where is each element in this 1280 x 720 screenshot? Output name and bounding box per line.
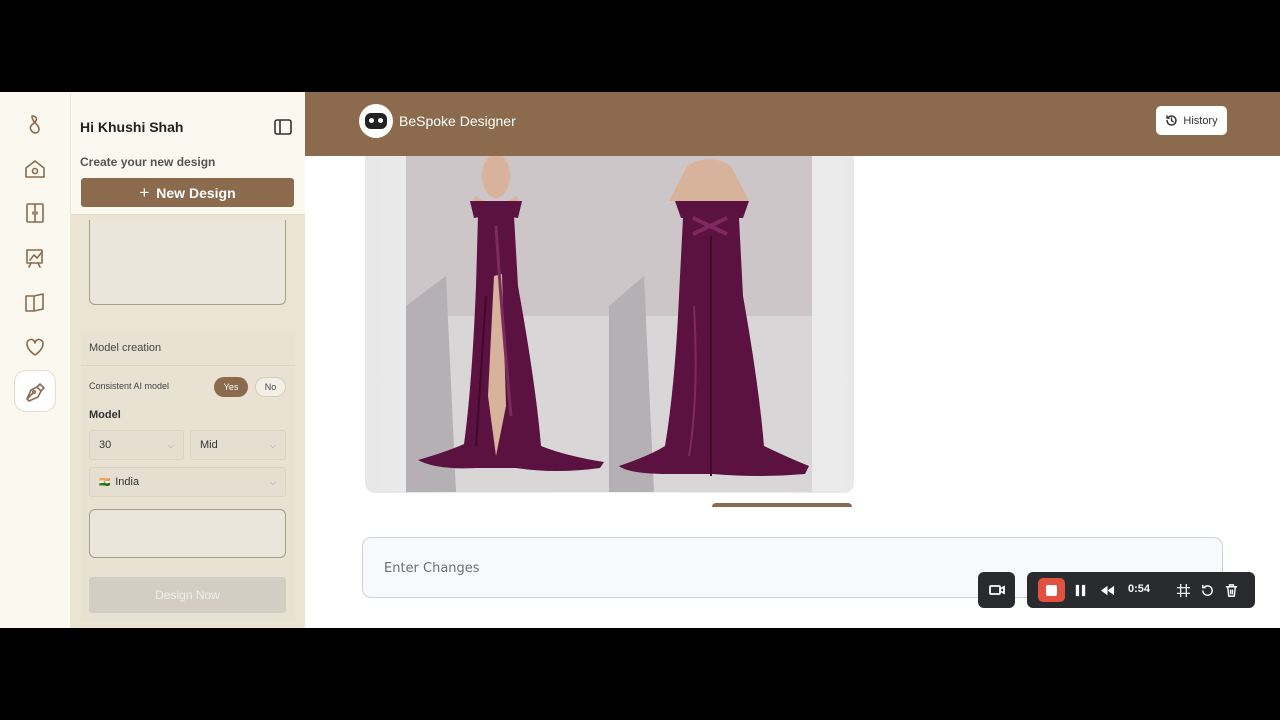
model-notes-textarea[interactable] xyxy=(89,509,286,558)
model-creation-card: Model creation Consistent AI model Yes N… xyxy=(81,332,295,622)
sidebar-toggle-icon[interactable] xyxy=(273,117,293,137)
recording-time: 0:54 xyxy=(1128,583,1151,595)
consistent-model-label: Consistent AI model xyxy=(89,381,170,391)
app-title: BeSpoke Designer xyxy=(399,113,516,129)
stop-icon xyxy=(1046,584,1057,596)
sidebar: Model creation Consistent AI model Yes N… xyxy=(71,92,305,628)
history-label: History xyxy=(1183,114,1218,127)
pen-nib-icon[interactable] xyxy=(14,370,56,412)
stop-recording-button[interactable] xyxy=(1038,578,1065,602)
trash-icon[interactable] xyxy=(1223,572,1239,608)
catalog-book-icon[interactable] xyxy=(14,282,56,324)
sketch-board-icon[interactable] xyxy=(14,237,56,279)
model-label: Model xyxy=(89,409,121,421)
yes-toggle-button[interactable]: Yes xyxy=(214,377,248,397)
video-camera-icon xyxy=(988,585,1005,595)
design-now-button[interactable]: Design Now xyxy=(89,577,286,613)
age-select[interactable]: 30 ⌵ xyxy=(89,430,184,460)
range-value: Mid xyxy=(200,439,218,451)
chevron-down-icon: ⌵ xyxy=(269,441,276,450)
plus-icon: + xyxy=(139,182,150,202)
app-logo-icon xyxy=(359,104,393,138)
country-select[interactable]: 🇮🇳 India ⌵ xyxy=(89,467,286,497)
divider xyxy=(81,365,295,366)
action-button-partial[interactable] xyxy=(712,503,852,507)
prompt-textarea[interactable] xyxy=(89,220,286,305)
top-bar: BeSpoke Designer History xyxy=(305,92,1280,156)
icon-rail xyxy=(0,92,71,628)
recorder-toolbar: 0:54 xyxy=(1027,572,1255,608)
gown-front-image xyxy=(406,156,609,492)
home-icon[interactable] xyxy=(14,148,56,190)
wardrobe-icon[interactable] xyxy=(14,192,56,234)
model-creation-title: Model creation xyxy=(89,342,162,354)
grid-icon[interactable] xyxy=(1175,572,1191,608)
restart-icon[interactable] xyxy=(1199,572,1215,608)
chevron-down-icon: ⌵ xyxy=(167,441,174,450)
gown-back-image xyxy=(609,156,812,492)
brand-logo-icon[interactable] xyxy=(14,104,56,146)
greeting: Hi Khushi Shah xyxy=(80,119,184,135)
history-button[interactable]: History xyxy=(1156,106,1227,135)
new-design-button[interactable]: + New Design xyxy=(81,178,294,207)
range-select[interactable]: Mid ⌵ xyxy=(190,430,286,460)
app-window: Model creation Consistent AI model Yes N… xyxy=(0,92,1280,628)
pause-icon[interactable] xyxy=(1072,572,1088,608)
generated-design-card[interactable] xyxy=(365,156,854,493)
history-icon xyxy=(1166,115,1178,126)
sidebar-header: Hi Khushi Shah Create your new design + … xyxy=(71,92,305,215)
create-design-label: Create your new design xyxy=(80,155,216,169)
flag-icon: 🇮🇳 xyxy=(99,476,111,487)
main-content xyxy=(305,156,1280,628)
heart-icon[interactable] xyxy=(14,326,56,368)
chevron-down-icon: ⌵ xyxy=(269,478,276,487)
new-design-label: New Design xyxy=(156,184,236,201)
rewind-icon[interactable] xyxy=(1098,572,1116,608)
country-value: India xyxy=(115,476,140,488)
age-value: 30 xyxy=(99,439,112,451)
camera-button[interactable] xyxy=(978,572,1015,608)
no-toggle-button[interactable]: No xyxy=(255,377,286,397)
